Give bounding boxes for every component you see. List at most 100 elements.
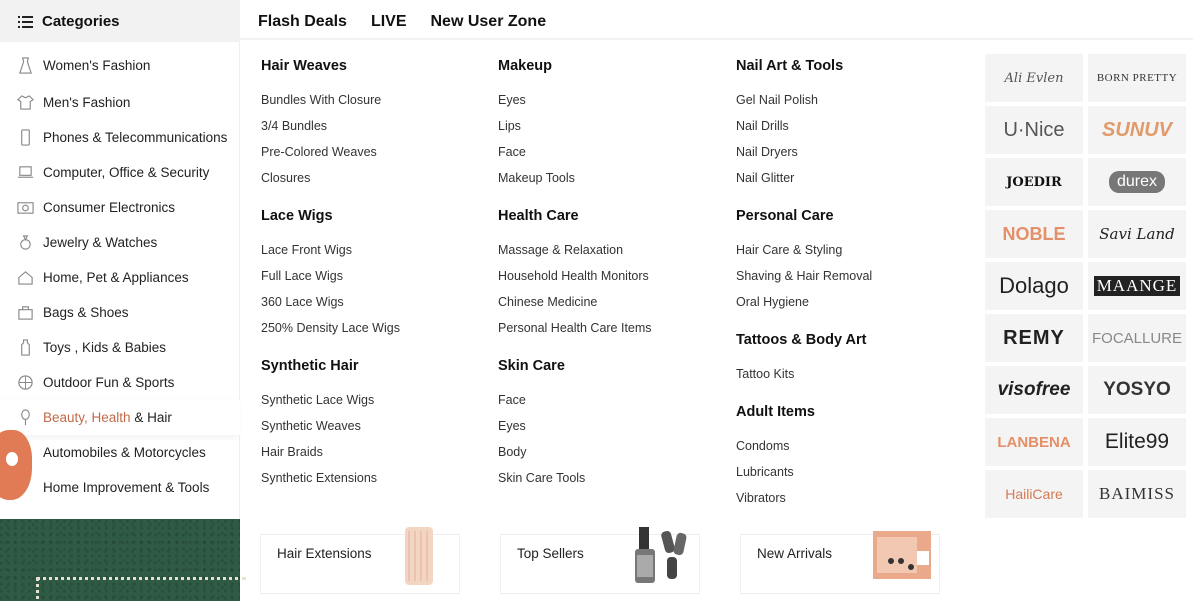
- menu-link[interactable]: Pre-Colored Weaves: [261, 143, 481, 169]
- menu-link[interactable]: Gel Nail Polish: [736, 91, 956, 117]
- menu-link[interactable]: Face: [498, 391, 718, 417]
- brand-logo[interactable]: Savi Land: [1088, 210, 1186, 258]
- menu-link[interactable]: Household Health Monitors: [498, 267, 718, 293]
- brand-logo[interactable]: LANBENA: [985, 418, 1083, 466]
- group-title[interactable]: Health Care: [498, 206, 718, 232]
- menu-link[interactable]: Hair Braids: [261, 443, 481, 469]
- category-phones[interactable]: Phones & Telecommunications: [0, 120, 240, 155]
- category-outdoor[interactable]: Outdoor Fun & Sports: [0, 365, 240, 400]
- menu-link[interactable]: Synthetic Weaves: [261, 417, 481, 443]
- menu-link[interactable]: Personal Health Care Items: [498, 319, 718, 345]
- menu-link[interactable]: 3/4 Bundles: [261, 117, 481, 143]
- menu-link[interactable]: 250% Density Lace Wigs: [261, 319, 481, 345]
- nav-flash-deals[interactable]: Flash Deals: [258, 13, 347, 31]
- menu-group-health-care: Health Care Massage & Relaxation Househo…: [498, 206, 718, 356]
- brand-logo[interactable]: JOEDIR: [985, 158, 1083, 206]
- category-beauty[interactable]: Beauty, Health & Hair: [0, 400, 240, 435]
- group-title[interactable]: Hair Weaves: [261, 56, 481, 82]
- brand-logo[interactable]: Dolago: [985, 262, 1083, 310]
- category-mens-fashion[interactable]: Men's Fashion: [0, 85, 240, 120]
- category-womens-fashion[interactable]: Women's Fashion: [0, 48, 240, 83]
- home-icon: [16, 269, 34, 287]
- menu-link[interactable]: Chinese Medicine: [498, 293, 718, 319]
- group-title[interactable]: Makeup: [498, 56, 718, 82]
- category-bags[interactable]: Bags & Shoes: [0, 295, 240, 330]
- brand-logo[interactable]: visofree: [985, 366, 1083, 414]
- category-label: Phones & Telecommunications: [43, 130, 228, 145]
- menu-link[interactable]: Makeup Tools: [498, 169, 718, 195]
- brand-logo[interactable]: MAANGE: [1088, 262, 1186, 310]
- nav-new-user-zone[interactable]: New User Zone: [431, 13, 547, 31]
- menu-link[interactable]: Synthetic Lace Wigs: [261, 391, 481, 417]
- menu-link[interactable]: Hair Care & Styling: [736, 241, 956, 267]
- category-computer[interactable]: Computer, Office & Security: [0, 155, 240, 190]
- brand-logo[interactable]: NOBLE: [985, 210, 1083, 258]
- promo-top-sellers[interactable]: Top Sellers: [500, 527, 700, 594]
- menu-group-personal-care: Personal Care Hair Care & Styling Shavin…: [736, 206, 956, 330]
- brand-logo[interactable]: Ali Evlen: [985, 54, 1083, 102]
- category-automobiles[interactable]: Automobiles & Motorcycles: [0, 435, 240, 470]
- brand-logo[interactable]: SUNUV: [1088, 106, 1186, 154]
- hair-extension-thumbnail: [405, 527, 433, 585]
- promo-hair-extensions[interactable]: Hair Extensions: [260, 527, 460, 594]
- menu-group-skin-care: Skin Care Face Eyes Body Skin Care Tools: [498, 356, 718, 506]
- brush-icon: [16, 409, 34, 427]
- category-electronics[interactable]: Consumer Electronics: [0, 190, 240, 225]
- group-title[interactable]: Tattoos & Body Art: [736, 330, 956, 356]
- promo-banner[interactable]: [0, 519, 246, 601]
- menu-link[interactable]: Eyes: [498, 417, 718, 443]
- category-label: Beauty, Health & Hair: [43, 410, 172, 425]
- categories-header[interactable]: Categories: [0, 0, 240, 42]
- category-label: Automobiles & Motorcycles: [43, 445, 206, 460]
- menu-link[interactable]: Closures: [261, 169, 481, 195]
- group-title[interactable]: Lace Wigs: [261, 206, 481, 232]
- menu-link[interactable]: Tattoo Kits: [736, 365, 956, 391]
- menu-link[interactable]: Nail Dryers: [736, 143, 956, 169]
- ring-icon: [16, 234, 34, 252]
- menu-link[interactable]: Lips: [498, 117, 718, 143]
- menu-link[interactable]: Full Lace Wigs: [261, 267, 481, 293]
- menu-link[interactable]: Condoms: [736, 437, 956, 463]
- brand-grid: Ali Evlen BORN PRETTY U·Nice SUNUV JOEDI…: [985, 54, 1186, 518]
- brand-logo[interactable]: BORN PRETTY: [1088, 54, 1186, 102]
- menu-link[interactable]: Synthetic Extensions: [261, 469, 481, 495]
- category-jewelry[interactable]: Jewelry & Watches: [0, 225, 240, 260]
- bottle-icon: [16, 339, 34, 357]
- category-home-improvement[interactable]: Home Improvement & Tools: [0, 470, 240, 505]
- menu-link[interactable]: Face: [498, 143, 718, 169]
- menu-link[interactable]: Vibrators: [736, 489, 956, 515]
- menu-link[interactable]: Oral Hygiene: [736, 293, 956, 319]
- brand-logo[interactable]: YOSYO: [1088, 366, 1186, 414]
- menu-link[interactable]: Eyes: [498, 91, 718, 117]
- menu-link[interactable]: Shaving & Hair Removal: [736, 267, 956, 293]
- menu-link[interactable]: Bundles With Closure: [261, 91, 481, 117]
- bag-icon: [16, 304, 34, 322]
- menu-link[interactable]: Massage & Relaxation: [498, 241, 718, 267]
- brand-logo[interactable]: U·Nice: [985, 106, 1083, 154]
- brand-logo[interactable]: durex: [1088, 158, 1186, 206]
- brand-logo[interactable]: REMY: [985, 314, 1083, 362]
- menu-link[interactable]: Lace Front Wigs: [261, 241, 481, 267]
- brand-logo[interactable]: Elite99: [1088, 418, 1186, 466]
- menu-group-lace-wigs: Lace Wigs Lace Front Wigs Full Lace Wigs…: [261, 206, 481, 356]
- menu-link[interactable]: Skin Care Tools: [498, 469, 718, 495]
- category-home[interactable]: Home, Pet & Appliances: [0, 260, 240, 295]
- brand-logo[interactable]: HailiCare: [985, 470, 1083, 518]
- menu-link[interactable]: Body: [498, 443, 718, 469]
- category-toys[interactable]: Toys , Kids & Babies: [0, 330, 240, 365]
- menu-link[interactable]: Nail Drills: [736, 117, 956, 143]
- dress-icon: [16, 57, 34, 75]
- group-title[interactable]: Nail Art & Tools: [736, 56, 956, 82]
- menu-link[interactable]: Nail Glitter: [736, 169, 956, 195]
- brand-logo[interactable]: BAIMISS: [1088, 470, 1186, 518]
- menu-list-icon: [18, 15, 33, 28]
- menu-link[interactable]: Lubricants: [736, 463, 956, 489]
- group-title[interactable]: Synthetic Hair: [261, 356, 481, 382]
- promo-new-arrivals[interactable]: New Arrivals: [740, 531, 940, 594]
- group-title[interactable]: Adult Items: [736, 402, 956, 428]
- group-title[interactable]: Skin Care: [498, 356, 718, 382]
- group-title[interactable]: Personal Care: [736, 206, 956, 232]
- brand-logo[interactable]: FOCALLURE: [1088, 314, 1186, 362]
- nav-live[interactable]: LIVE: [371, 13, 407, 31]
- menu-link[interactable]: 360 Lace Wigs: [261, 293, 481, 319]
